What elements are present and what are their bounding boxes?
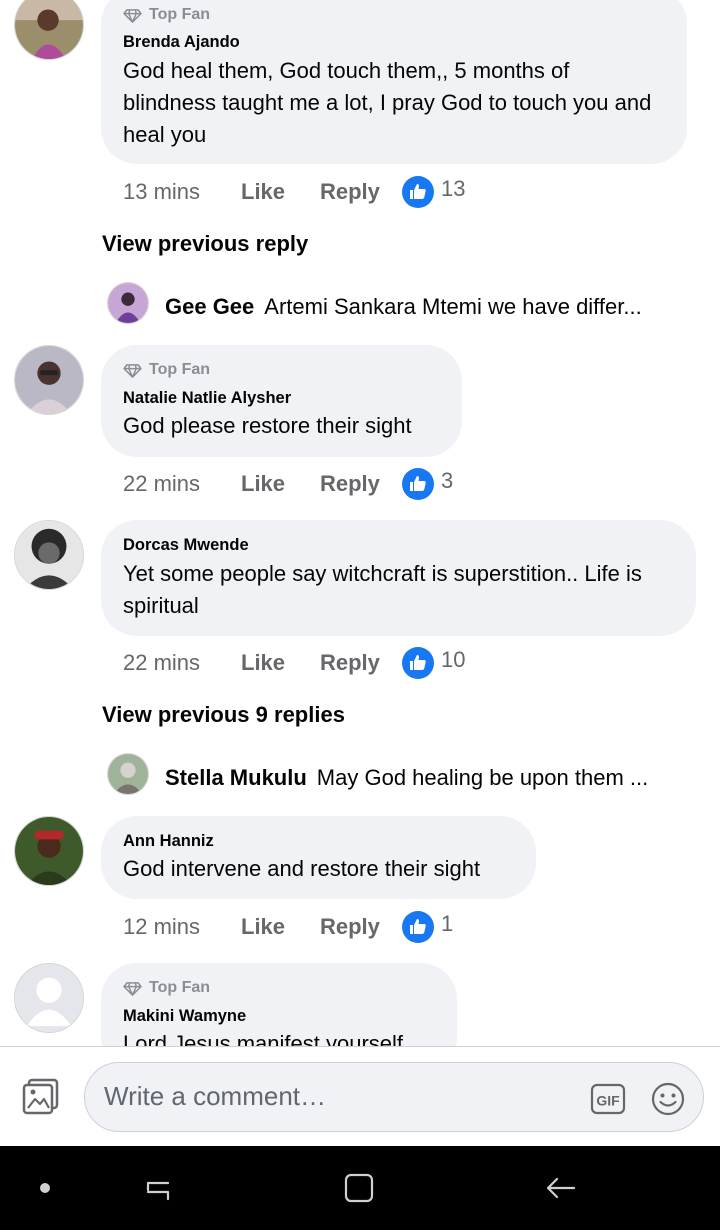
- reply-author[interactable]: Gee Gee: [165, 294, 254, 319]
- emoji-button[interactable]: [650, 1081, 686, 1117]
- comment-bubble: Top Fan Natalie Natlie Alysher God pleas…: [101, 345, 462, 457]
- reaction-count: 1: [441, 911, 454, 936]
- reply-button[interactable]: Reply: [320, 179, 402, 205]
- home-icon[interactable]: [341, 1170, 377, 1206]
- comment-time[interactable]: 22 mins: [123, 650, 241, 676]
- top-fan-label: Top Fan: [149, 361, 211, 378]
- avatar[interactable]: [14, 963, 84, 1033]
- nav-dot-icon[interactable]: [27, 1170, 63, 1206]
- reply-preview[interactable]: Gee Gee Artemi Sankara Mtemi we have diff…: [165, 291, 686, 323]
- comment-author[interactable]: Ann Hanniz: [123, 832, 214, 851]
- reply-preview[interactable]: Stella Mukulu May God healing be upon the…: [165, 762, 686, 794]
- comment-author[interactable]: Natalie Natlie Alysher: [123, 389, 291, 408]
- thumbs-up-icon: [402, 647, 434, 679]
- comment-composer: Write a comment… GIF: [0, 1046, 720, 1146]
- system-navigation-bar: [0, 1146, 720, 1230]
- like-button[interactable]: Like: [241, 914, 320, 940]
- reply-text: Artemi Sankara Mtemi we have differ...: [264, 294, 642, 319]
- reactions[interactable]: 3: [402, 468, 453, 500]
- diamond-icon: [123, 8, 142, 23]
- reply-button[interactable]: Reply: [320, 650, 402, 676]
- top-fan-badge: Top Fan: [123, 6, 210, 24]
- comment-text: God please restore their sight: [123, 413, 412, 438]
- avatar[interactable]: [14, 816, 84, 886]
- like-button[interactable]: Like: [241, 650, 320, 676]
- top-fan-badge: Top Fan: [123, 361, 210, 379]
- comment-time[interactable]: 13 mins: [123, 179, 241, 205]
- avatar[interactable]: [107, 753, 149, 795]
- gif-button[interactable]: GIF: [590, 1081, 626, 1117]
- reply-text: May God healing be upon them ...: [316, 765, 649, 790]
- comment-author[interactable]: Makini Wamyne: [123, 1007, 246, 1026]
- top-fan-label: Top Fan: [149, 979, 211, 996]
- top-fan-label: Top Fan: [149, 6, 211, 23]
- comment-bubble: Dorcas Mwende Yet some people say witchc…: [101, 520, 696, 636]
- smiley-icon: [651, 1082, 685, 1116]
- reactions[interactable]: 1: [402, 911, 453, 943]
- comment-author[interactable]: Dorcas Mwende: [123, 536, 249, 555]
- comment-actions: 12 mins Like Reply 1: [123, 911, 453, 943]
- reaction-count: 10: [441, 647, 466, 672]
- comment-bubble: Top Fan Brenda Ajando God heal them, God…: [101, 0, 687, 164]
- back-icon[interactable]: [543, 1170, 579, 1206]
- reactions[interactable]: 10: [402, 647, 465, 679]
- recent-apps-icon[interactable]: [140, 1170, 176, 1206]
- thumbs-up-icon: [402, 468, 434, 500]
- comment-actions: 13 mins Like Reply 13: [123, 176, 465, 208]
- comment-text: God intervene and restore their sight: [123, 856, 481, 881]
- comment-actions: 22 mins Like Reply 3: [123, 468, 453, 500]
- thumbs-up-icon: [402, 911, 434, 943]
- reply-button[interactable]: Reply: [320, 471, 402, 497]
- reactions[interactable]: 13: [402, 176, 465, 208]
- thumbs-up-icon: [402, 176, 434, 208]
- comment-author[interactable]: Brenda Ajando: [123, 33, 240, 52]
- avatar[interactable]: [14, 0, 84, 60]
- reply-button[interactable]: Reply: [320, 914, 402, 940]
- comment-time[interactable]: 12 mins: [123, 914, 241, 940]
- photo-button[interactable]: [21, 1077, 61, 1117]
- gif-label: GIF: [596, 1093, 620, 1109]
- comment-placeholder: Write a comment…: [104, 1081, 327, 1111]
- top-fan-badge: Top Fan: [123, 979, 210, 997]
- comment-text: Yet some people say witchcraft is supers…: [123, 561, 642, 618]
- comment-time[interactable]: 22 mins: [123, 471, 241, 497]
- comment-input[interactable]: Write a comment… GIF: [84, 1062, 704, 1132]
- like-button[interactable]: Like: [241, 179, 320, 205]
- photo-icon: [22, 1078, 59, 1115]
- like-button[interactable]: Like: [241, 471, 320, 497]
- reply-author[interactable]: Stella Mukulu: [165, 765, 307, 790]
- reaction-count: 3: [441, 468, 454, 493]
- avatar[interactable]: [14, 345, 84, 415]
- comment-bubble: Ann Hanniz God intervene and restore the…: [101, 816, 536, 899]
- diamond-icon: [123, 981, 142, 996]
- avatar[interactable]: [14, 520, 84, 590]
- default-avatar-icon: [15, 964, 83, 1032]
- reaction-count: 13: [441, 176, 466, 201]
- view-previous-replies[interactable]: View previous reply: [102, 231, 308, 257]
- comment-text: God heal them, God touch them,, 5 months…: [123, 58, 652, 147]
- avatar[interactable]: [107, 282, 149, 324]
- comment-actions: 22 mins Like Reply 10: [123, 647, 465, 679]
- diamond-icon: [123, 363, 142, 378]
- view-previous-replies[interactable]: View previous 9 replies: [102, 702, 345, 728]
